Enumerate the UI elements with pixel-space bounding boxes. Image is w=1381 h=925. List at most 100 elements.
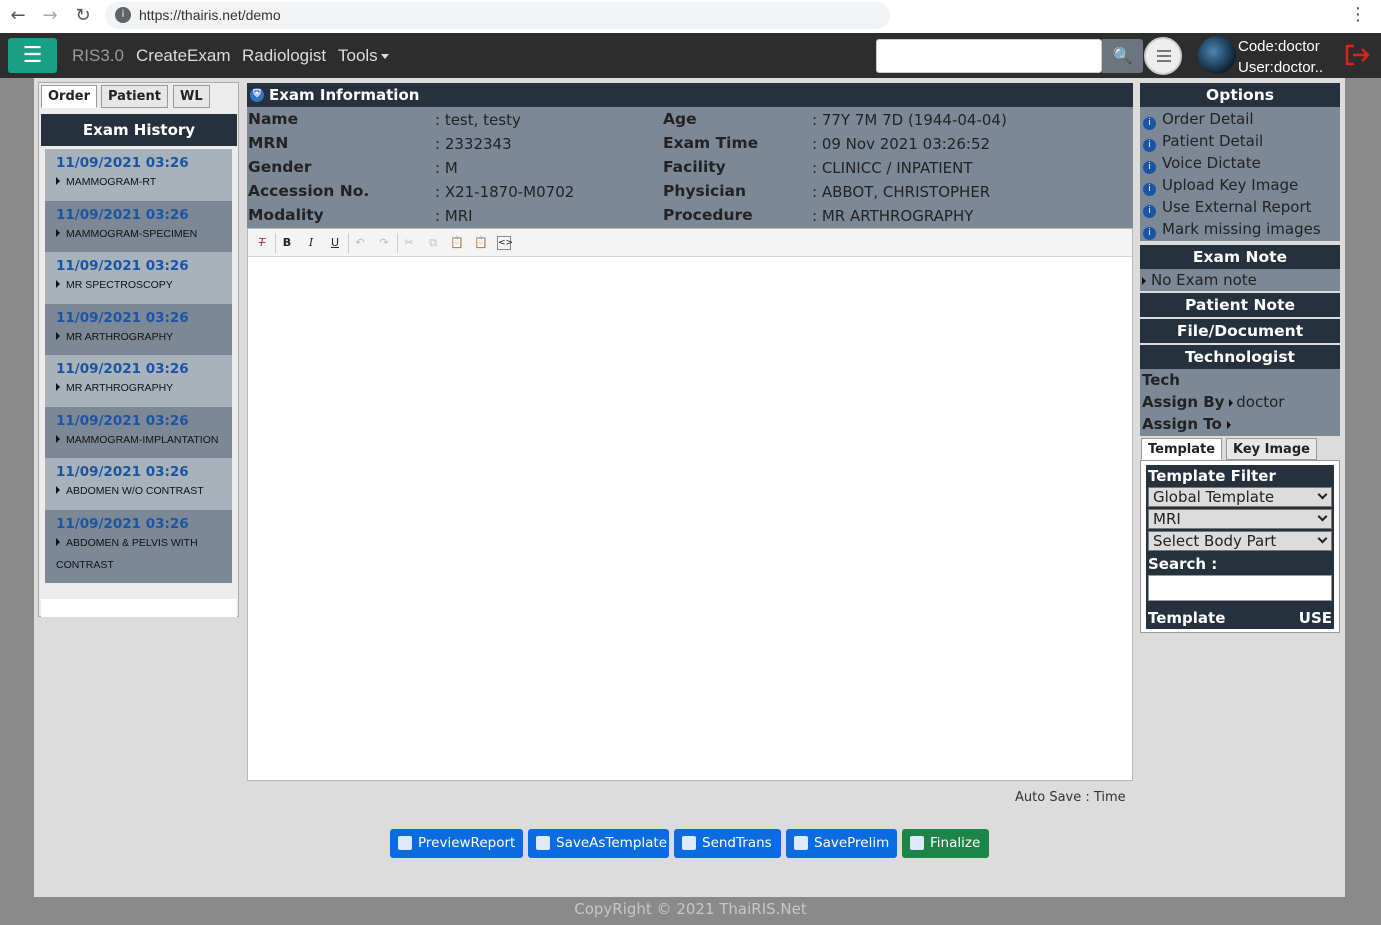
history-item[interactable]: 11/09/2021 03:26 MR SPECTROSCOPY (45, 252, 232, 304)
template-search-input[interactable] (1148, 575, 1332, 601)
option-mark-missing-images[interactable]: i Mark missing images (1140, 218, 1340, 240)
redo-icon[interactable]: ↷ (375, 234, 393, 252)
underline-icon[interactable]: U (326, 234, 344, 252)
assign-by-row: Assign By doctor (1140, 391, 1340, 413)
option-label: Patient Detail (1162, 132, 1264, 150)
label-physician: Physician (663, 182, 747, 200)
caret-right-icon (56, 280, 60, 288)
nav-tools[interactable]: Tools (338, 46, 389, 66)
paste-word-icon[interactable]: 📋 (472, 234, 490, 252)
brand-label[interactable]: RIS3.0 (72, 46, 124, 66)
hamburger-menu-button[interactable]: ☰ (8, 38, 57, 73)
history-item[interactable]: 11/09/2021 03:26 MAMMOGRAM-SPECIMEN (45, 201, 232, 252)
exam-information: ⛨ Exam Information Name : test, testy MR… (247, 83, 1133, 228)
history-procedure: MAMMOGRAM-SPECIMEN (66, 228, 198, 240)
send-trans-button[interactable]: SendTrans (674, 829, 781, 858)
file-document-title[interactable]: File/Document (1140, 319, 1340, 343)
tab-template[interactable]: Template (1141, 438, 1223, 460)
history-item[interactable]: 11/09/2021 03:26 MR ARTHROGRAPHY (45, 304, 232, 355)
history-item[interactable]: 11/09/2021 03:26 MAMMOGRAM-IMPLANTATION (45, 407, 232, 458)
nav-create-exam[interactable]: CreateExam (136, 46, 230, 66)
user-name: User:doctor.. (1238, 59, 1324, 76)
search-button[interactable]: 🔍 (1102, 39, 1143, 73)
report-editor[interactable]: T B I U ↶ ↷ ✂ ⧉ 📋 📋 <> (247, 228, 1133, 781)
history-procedure: MAMMOGRAM-IMPLANTATION (66, 434, 219, 446)
left-panel: Order Patient WL Exam History 11/09/2021… (38, 82, 239, 617)
patient-note-title[interactable]: Patient Note (1140, 293, 1340, 317)
option-label: Voice Dictate (1162, 154, 1261, 172)
value-modality: : MRI (435, 207, 473, 225)
option-upload-key-image[interactable]: i Upload Key Image (1140, 174, 1340, 196)
select-value: Global Template (1153, 488, 1275, 506)
assign-to-row[interactable]: Assign To (1140, 413, 1340, 435)
save-prelim-button[interactable]: SavePrelim (786, 829, 897, 858)
top-search-input[interactable] (876, 39, 1102, 73)
info-icon: i (1143, 117, 1156, 130)
save-icon (794, 836, 808, 850)
value-procedure: : MR ARTHROGRAPHY (812, 207, 974, 225)
options-list: i Order Detail i Patient Detail i Voice Dic… (1140, 107, 1340, 241)
forward-icon[interactable]: → (38, 5, 62, 27)
tab-key-image[interactable]: Key Image (1226, 438, 1317, 460)
option-patient-detail[interactable]: i Patient Detail (1140, 130, 1340, 152)
caret-down-icon (380, 54, 389, 60)
exam-info-header: ⛨ Exam Information (247, 83, 1133, 107)
save-prelim-label: SavePrelim (814, 835, 890, 851)
site-info-icon[interactable]: i (115, 7, 131, 23)
technologist-title: Technologist (1140, 345, 1340, 369)
value-accession: : X21-1870-M0702 (435, 183, 575, 201)
left-tabs: Order Patient WL (39, 83, 238, 109)
chevron-down-icon (1317, 511, 1328, 522)
template-search-label: Search : (1148, 555, 1218, 573)
caret-right-icon (56, 177, 60, 185)
avatar[interactable] (1198, 36, 1236, 74)
worklist-icon[interactable] (1144, 37, 1182, 75)
history-item[interactable]: 11/09/2021 03:26 MR ARTHROGRAPHY (45, 355, 232, 407)
caret-right-icon (56, 435, 60, 443)
reload-icon[interactable]: ↻ (71, 5, 95, 27)
modality-select[interactable]: MRI (1148, 509, 1332, 529)
tab-patient[interactable]: Patient (101, 85, 168, 108)
option-label: Use External Report (1162, 198, 1312, 216)
back-icon[interactable]: ← (6, 5, 30, 27)
save-as-template-button[interactable]: SaveAsTemplate (528, 829, 669, 858)
bold-icon[interactable]: B (278, 234, 296, 252)
value-mrn: : 2332343 (435, 135, 512, 153)
tab-wl[interactable]: WL (173, 85, 210, 108)
history-item[interactable]: 11/09/2021 03:26 MAMMOGRAM-RT (45, 149, 232, 201)
option-use-external-report[interactable]: i Use External Report (1140, 196, 1340, 218)
label-modality: Modality (248, 206, 324, 224)
shield-icon: ⛨ (250, 88, 264, 102)
nav-tools-label: Tools (338, 46, 378, 65)
preview-report-button[interactable]: PreviewReport (390, 829, 523, 858)
history-item[interactable]: 11/09/2021 03:26 ABDOMEN W/O CONTRAST (45, 458, 232, 510)
body-part-select[interactable]: Select Body Part (1148, 531, 1332, 551)
cut-icon[interactable]: ✂ (400, 234, 418, 252)
label-name: Name (248, 110, 299, 128)
source-icon[interactable]: <> (497, 236, 513, 250)
exam-note-text: No Exam note (1151, 271, 1257, 289)
paste-icon[interactable]: 📋 (448, 234, 466, 252)
label-gender: Gender (248, 158, 312, 176)
copy-icon[interactable]: ⧉ (424, 234, 442, 252)
history-date: 11/09/2021 03:26 (56, 464, 189, 480)
italic-icon[interactable]: I (302, 234, 320, 252)
template-scope-select[interactable]: Global Template (1148, 487, 1332, 507)
remove-format-icon[interactable]: T (253, 234, 271, 252)
nav-radiologist[interactable]: Radiologist (242, 46, 326, 66)
option-order-detail[interactable]: i Order Detail (1140, 108, 1340, 130)
assign-by-value: doctor (1236, 393, 1285, 411)
label-mrn: MRN (248, 134, 289, 152)
history-item[interactable]: 11/09/2021 03:26 ABDOMEN & PELVIS WITH C… (45, 510, 232, 583)
browser-menu-icon[interactable]: ⋮ (1349, 4, 1367, 25)
address-bar[interactable]: i https://thairis.net/demo (105, 2, 890, 29)
save-icon (910, 836, 924, 850)
magnifier-icon (398, 836, 412, 850)
save-as-template-label: SaveAsTemplate (556, 835, 668, 851)
logout-icon[interactable] (1344, 43, 1372, 67)
caret-right-icon (1142, 277, 1146, 285)
finalize-button[interactable]: Finalize (902, 829, 989, 858)
tab-order[interactable]: Order (41, 85, 97, 108)
option-voice-dictate[interactable]: i Voice Dictate (1140, 152, 1340, 174)
undo-icon[interactable]: ↶ (351, 234, 369, 252)
